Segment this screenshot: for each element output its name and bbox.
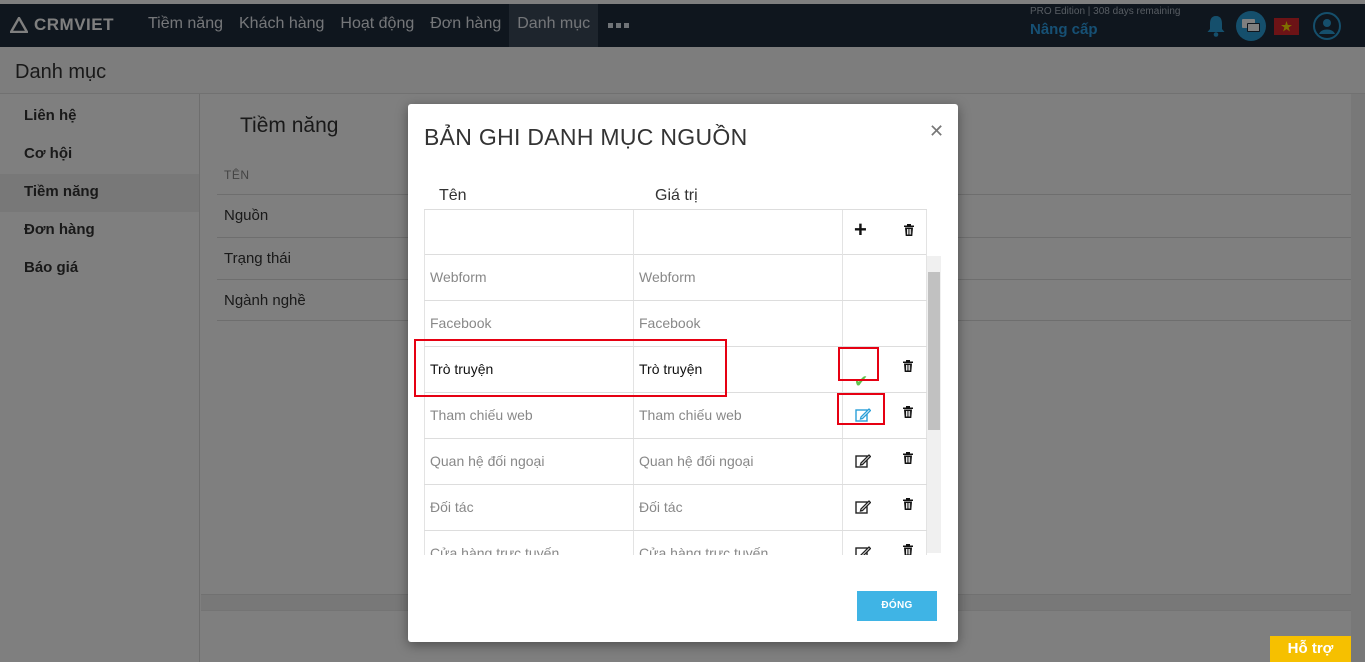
record-row-quan-he-doi-ngoai: Quan hệ đối ngoại Quan hệ đối ngoại — [424, 439, 927, 485]
record-actions — [842, 255, 927, 300]
highlight-save-icon — [838, 347, 879, 381]
column-header-name: Tên — [439, 187, 467, 204]
trash-icon[interactable] — [903, 406, 913, 418]
record-actions — [842, 531, 927, 555]
close-icon[interactable]: ✕ — [929, 121, 944, 142]
record-name: Quan hệ đối ngoại — [424, 439, 633, 484]
support-button[interactable]: Hỗ trợ — [1270, 636, 1351, 662]
edit-icon[interactable] — [855, 500, 871, 514]
record-name: Cửa hàng trực tuyến — [424, 531, 633, 555]
record-name: Webform — [424, 255, 633, 300]
record-name: Tham chiếu web — [424, 393, 633, 438]
modal-title: BẢN GHI DANH MỤC NGUỒN — [424, 124, 748, 150]
record-actions — [842, 301, 927, 346]
record-row-doi-tac: Đối tác Đối tác — [424, 485, 927, 531]
record-value: Cửa hàng trực tuyến — [633, 531, 842, 555]
record-actions — [842, 485, 927, 530]
new-name-input[interactable] — [424, 210, 633, 255]
record-row-webform: Webform Webform — [424, 255, 927, 301]
close-button[interactable]: ĐÓNG — [857, 591, 937, 621]
column-header-value: Giá trị — [655, 187, 698, 204]
highlight-edit-icon — [837, 393, 885, 425]
trash-icon[interactable] — [904, 224, 914, 236]
new-value-input[interactable] — [633, 210, 842, 255]
record-actions — [842, 439, 927, 484]
edit-icon[interactable] — [855, 546, 871, 555]
record-value: Webform — [633, 255, 842, 300]
add-icon[interactable]: + — [854, 217, 867, 243]
record-value: Đối tác — [633, 485, 842, 530]
edit-icon[interactable] — [855, 454, 871, 468]
new-record-row: + — [424, 209, 927, 255]
trash-icon[interactable] — [903, 498, 913, 510]
trash-icon[interactable] — [903, 360, 913, 372]
record-value: Tham chiếu web — [633, 393, 842, 438]
trash-icon[interactable] — [903, 544, 913, 555]
highlight-editing-row — [414, 339, 727, 397]
record-name: Đối tác — [424, 485, 633, 530]
record-row-cua-hang-truc-tuyen: Cửa hàng trực tuyến Cửa hàng trực tuyến — [424, 531, 927, 555]
record-list-scroll-thumb[interactable] — [928, 272, 940, 430]
trash-icon[interactable] — [903, 452, 913, 464]
record-value: Quan hệ đối ngoại — [633, 439, 842, 484]
